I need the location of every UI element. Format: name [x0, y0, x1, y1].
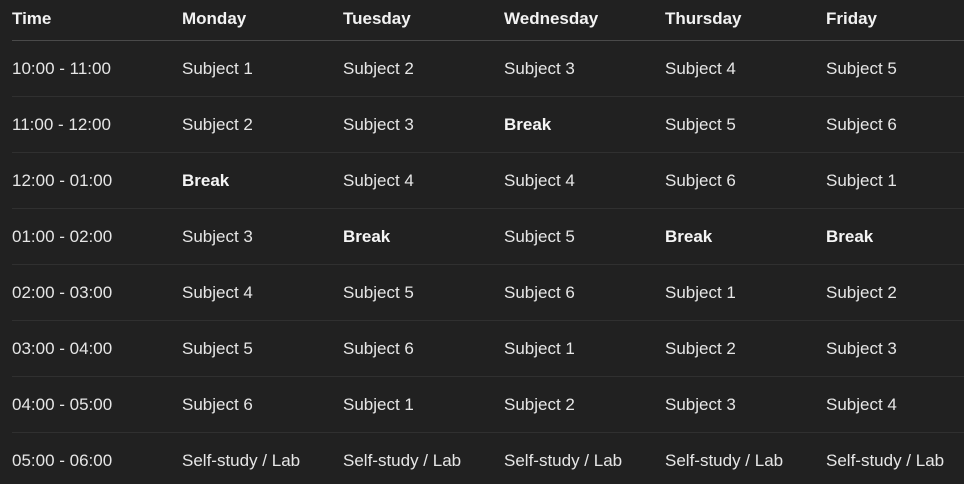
header-wednesday: Wednesday [504, 0, 665, 41]
subject-cell: Subject 5 [182, 320, 343, 377]
subject-cell: Subject 3 [826, 320, 964, 377]
header-time: Time [12, 0, 182, 41]
time-slot-cell: 10:00 - 11:00 [12, 40, 182, 97]
table-body: 10:00 - 11:00 Subject 1 Subject 2 Subject 3… [12, 40, 964, 484]
subject-cell: Break [182, 152, 343, 209]
subject-cell: Subject 4 [826, 376, 964, 433]
subject-cell: Subject 5 [665, 96, 826, 153]
table-row: 10:00 - 11:00 Subject 1 Subject 2 Subject 3… [12, 40, 964, 97]
header-monday: Monday [182, 0, 343, 41]
time-slot-cell: 03:00 - 04:00 [12, 320, 182, 377]
subject-cell: Subject 5 [343, 264, 504, 321]
timetable: Time Monday Tuesday Wednesday Thursday Friday… [0, 0, 964, 484]
subject-cell: Subject 6 [665, 152, 826, 209]
subject-cell: Subject 2 [665, 320, 826, 377]
subject-cell: Subject 1 [826, 152, 964, 209]
subject-cell: Subject 4 [504, 152, 665, 209]
subject-cell: Subject 2 [343, 40, 504, 97]
subject-cell: Self-study / Lab [343, 450, 462, 470]
header-tuesday: Tuesday [343, 0, 504, 41]
subject-cell: Subject 6 [826, 96, 964, 153]
subject-cell: Self-study / Lab [504, 450, 623, 470]
time-slot-cell: 05:00 - 06:00 [12, 450, 113, 470]
subject-cell: Subject 1 [504, 320, 665, 377]
subject-cell: Subject 2 [182, 96, 343, 153]
schedule-table: Time Monday Tuesday Wednesday Thursday Friday… [12, 0, 964, 484]
subject-cell: Subject 3 [343, 96, 504, 153]
subject-cell: Subject 5 [504, 208, 665, 265]
time-slot-cell: 02:00 - 03:00 [12, 264, 182, 321]
subject-cell: Subject 6 [504, 264, 665, 321]
time-slot-cell: 01:00 - 02:00 [12, 208, 182, 265]
table-row: 11:00 - 12:00 Subject 2 Subject 3 Break Subj… [12, 96, 964, 153]
subject-cell: Break [665, 208, 826, 265]
subject-cell: Self-study / Lab [182, 450, 301, 470]
subject-cell: Subject 3 [665, 376, 826, 433]
table-row: 01:00 - 02:00 Subject 3 Break Subject 5 Brea… [12, 208, 964, 265]
table-row: 04:00 - 05:00 Subject 6 Subject 1 Subject 2… [12, 376, 964, 433]
table-row: 02:00 - 03:00 Subject 4 Subject 5 Subject 6… [12, 264, 964, 321]
subject-cell: Subject 2 [826, 264, 964, 321]
table-row: 03:00 - 04:00 Subject 5 Subject 6 Subject 1… [12, 320, 964, 377]
subject-cell: Subject 1 [182, 40, 343, 97]
table-row: 12:00 - 01:00 Break Subject 4 Subject 4 Subj… [12, 152, 964, 209]
subject-cell: Break [826, 208, 964, 265]
table-row: 05:00 - 06:00 Self-study / Lab Self-study … [12, 433, 964, 484]
subject-cell: Subject 1 [665, 264, 826, 321]
subject-cell: Subject 3 [504, 40, 665, 97]
subject-cell: Subject 6 [182, 376, 343, 433]
subject-cell: Subject 3 [182, 208, 343, 265]
table-header: Time Monday Tuesday Wednesday Thursday Friday [12, 0, 964, 41]
header-friday: Friday [826, 0, 964, 41]
subject-cell: Subject 5 [826, 40, 964, 97]
subject-cell: Self-study / Lab [665, 450, 784, 470]
header-thursday: Thursday [665, 0, 826, 41]
subject-cell: Break [343, 208, 504, 265]
header-row: Time Monday Tuesday Wednesday Thursday Friday [12, 0, 964, 41]
subject-cell: Subject 1 [343, 376, 504, 433]
subject-cell: Subject 4 [343, 152, 504, 209]
subject-cell: Subject 4 [665, 40, 826, 97]
time-slot-cell: 11:00 - 12:00 [12, 96, 182, 153]
subject-cell: Break [504, 96, 665, 153]
time-slot-cell: 04:00 - 05:00 [12, 376, 182, 433]
subject-cell: Self-study / Lab [826, 450, 945, 470]
subject-cell: Subject 4 [182, 264, 343, 321]
time-slot-cell: 12:00 - 01:00 [12, 152, 182, 209]
subject-cell: Subject 6 [343, 320, 504, 377]
subject-cell: Subject 2 [504, 376, 665, 433]
